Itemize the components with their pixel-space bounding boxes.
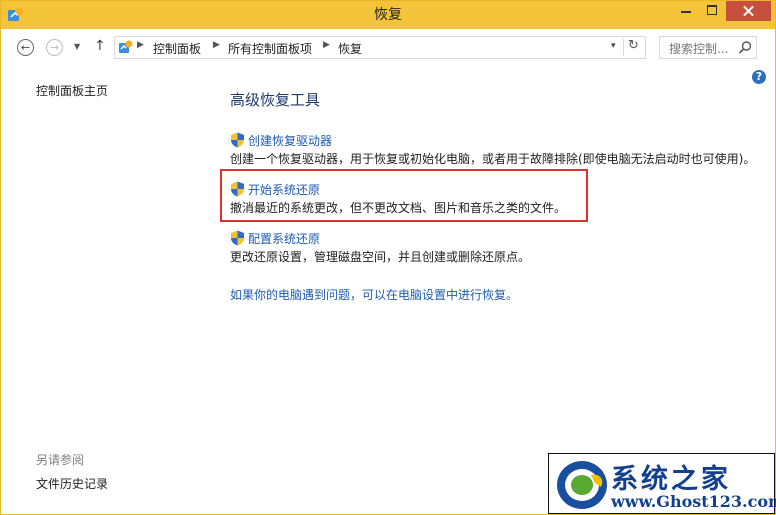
back-button[interactable]: ←	[17, 39, 34, 56]
search-placeholder[interactable]: 搜索控制...	[669, 40, 728, 57]
red-highlight-box	[220, 169, 588, 222]
title-bar[interactable]: 恢复	[1, 1, 775, 29]
watermark: 系统之家 www.Ghost123.com	[548, 453, 776, 514]
navigation-bar: ← → ▼ ↑ ▶ 控制面板 ▶ 所有控制面板项 ▶ 恢复 ▾ ↻ 搜索控制..…	[1, 29, 775, 67]
search-box[interactable]: 搜索控制...	[659, 36, 757, 59]
close-button[interactable]	[726, 1, 771, 21]
recent-locations-button[interactable]: ▼	[74, 42, 80, 51]
search-icon[interactable]	[738, 40, 753, 55]
up-button[interactable]: ↑	[94, 38, 106, 54]
uac-shield-icon	[231, 132, 244, 148]
uac-shield-icon	[231, 230, 244, 246]
forward-button[interactable]: →	[46, 39, 63, 56]
maximize-button[interactable]	[699, 1, 725, 21]
page-title: 高级恢复工具	[230, 91, 321, 109]
refresh-button[interactable]: ↻	[628, 38, 639, 53]
breadcrumb-all-items[interactable]: 所有控制面板项	[228, 40, 312, 57]
create-recovery-drive-description: 创建一个恢复驱动器，用于恢复或初始化电脑，或者用于故障排除(即使电脑无法启动时也…	[230, 152, 756, 166]
address-history-dropdown[interactable]: ▾	[611, 41, 616, 51]
minimize-button[interactable]	[673, 1, 699, 21]
ghost-logo-icon	[557, 461, 607, 509]
address-divider	[623, 39, 624, 56]
breadcrumb-separator[interactable]: ▶	[137, 40, 144, 50]
see-also-heading: 另请参阅	[36, 453, 85, 467]
breadcrumb-recovery[interactable]: 恢复	[338, 40, 362, 57]
window: 恢复 ← → ▼ ↑ ▶ 控制面板 ▶ 所有控制面板项 ▶ 恢复 ▾ ↻ 搜索控…	[0, 0, 776, 515]
breadcrumb-separator[interactable]: ▶	[213, 40, 220, 50]
breadcrumb-control-panel[interactable]: 控制面板	[153, 40, 201, 57]
file-history-link[interactable]: 文件历史记录	[36, 475, 108, 492]
window-title: 恢复	[374, 7, 402, 23]
watermark-title: 系统之家	[611, 464, 731, 495]
control-panel-icon	[119, 40, 133, 53]
configure-system-restore-link[interactable]: 配置系统还原	[248, 230, 320, 247]
configure-system-restore-description: 更改还原设置，管理磁盘空间，并且创建或删除还原点。	[230, 250, 531, 264]
sidebar-home-link[interactable]: 控制面板主页	[36, 82, 108, 99]
create-recovery-drive-link[interactable]: 创建恢复驱动器	[248, 132, 332, 149]
breadcrumb-separator[interactable]: ▶	[323, 40, 330, 50]
address-bar[interactable]: ▶ 控制面板 ▶ 所有控制面板项 ▶ 恢复 ▾ ↻	[114, 36, 646, 59]
help-icon[interactable]: ?	[752, 70, 766, 84]
watermark-url: www.Ghost123.com	[611, 492, 776, 511]
pc-settings-recovery-link[interactable]: 如果你的电脑遇到问题，可以在电脑设置中进行恢复。	[230, 286, 518, 303]
